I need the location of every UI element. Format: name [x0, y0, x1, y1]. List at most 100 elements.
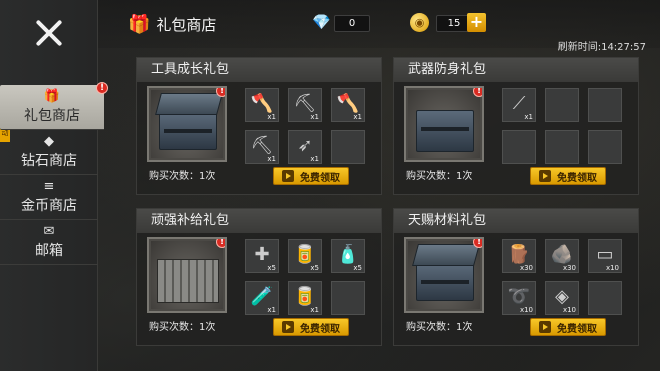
item-quantity: x1 — [310, 306, 319, 314]
mail-icon: ✉ — [43, 223, 55, 239]
empty-reward-slot[interactable] — [545, 130, 579, 164]
item-quantity: x5 — [310, 264, 319, 272]
side-menu: 活动 🎁 礼包商店 ! ◆ 钻石商店 ≡ 金币商店 ✉ 邮箱 — [0, 0, 108, 371]
reward-slot[interactable]: ▭ x10 — [588, 239, 622, 273]
play-icon — [282, 321, 294, 333]
reward-slot[interactable]: 🪵 x30 — [502, 239, 536, 273]
close-button[interactable] — [34, 18, 64, 48]
item-quantity: x1 — [267, 306, 276, 314]
coin-stack-icon: ≡ — [43, 178, 55, 194]
reward-slot[interactable]: 🧴 x5 — [331, 239, 365, 273]
notification-badge: ! — [96, 82, 108, 94]
refresh-timer: 刷新时间:14:27:57 — [557, 42, 646, 53]
item-quantity: x1 — [310, 113, 319, 121]
pack-image[interactable]: ! — [147, 237, 227, 313]
claim-free-button[interactable]: 免费领取 — [273, 167, 349, 185]
empty-reward-slot[interactable] — [588, 281, 622, 315]
item-quantity: x10 — [605, 264, 619, 272]
reward-slot[interactable]: ⛏ x1 — [245, 130, 279, 164]
item-quantity: x1 — [267, 155, 276, 163]
notification-badge: ! — [216, 88, 225, 97]
pack-image[interactable]: ! — [404, 237, 484, 313]
reward-slot[interactable]: ➰ x10 — [502, 281, 536, 315]
item-quantity: x1 — [524, 113, 533, 121]
item-quantity: x1 — [353, 113, 362, 121]
item-quantity: x1 — [310, 155, 319, 163]
claim-free-label: 免费领取 — [300, 172, 340, 184]
claim-free-button[interactable]: 免费领取 — [530, 167, 606, 185]
gift-icon: 🎁 — [128, 14, 151, 35]
claim-free-button[interactable]: 免费领取 — [530, 318, 606, 336]
toolbox-icon — [159, 112, 217, 150]
pack-image[interactable]: ! — [147, 86, 227, 162]
page-title-group: 🎁 礼包商店 — [128, 14, 216, 35]
pack-title: 顽强补给礼包 — [137, 209, 381, 233]
item-quantity: x10 — [562, 306, 576, 314]
purchase-count: 购买次数：1次 — [406, 322, 473, 333]
play-icon — [539, 170, 551, 182]
purchase-count: 购买次数：1次 — [406, 171, 473, 182]
reward-slot[interactable]: 🥫 x5 — [288, 239, 322, 273]
notification-badge: ! — [216, 239, 225, 248]
claim-free-label: 免费领取 — [557, 323, 597, 335]
diamond-icon: ◆ — [44, 133, 54, 149]
weapon-case-icon — [416, 110, 474, 152]
empty-reward-slot[interactable] — [545, 88, 579, 122]
pack-title: 工具成长礼包 — [137, 58, 381, 82]
empty-reward-slot[interactable] — [588, 130, 622, 164]
reward-slot[interactable]: ⟋ x1 — [502, 88, 536, 122]
nav-list: 🎁 礼包商店 ! ◆ 钻石商店 ≡ 金币商店 ✉ 邮箱 — [0, 82, 108, 265]
reward-grid: ✚ x5 🥫 x5 🧴 x5 🧪 x1 🥫 x1 — [245, 239, 365, 315]
top-bar: 🎁 礼包商店 💎 0 ◉ 15 + 刷新时间:14:27:57 — [98, 0, 660, 53]
supply-crate-icon — [157, 259, 219, 303]
pack-image[interactable]: ! — [404, 86, 484, 162]
nav-item-diamond-shop[interactable]: ◆ 钻石商店 — [0, 130, 98, 175]
item-quantity: x30 — [562, 264, 576, 272]
page-title: 礼包商店 — [156, 16, 217, 34]
gold-coin-icon: ◉ — [410, 13, 429, 32]
material-box-icon — [416, 263, 474, 301]
reward-slot[interactable]: 🥫 x1 — [288, 281, 322, 315]
pack-title: 武器防身礼包 — [394, 58, 638, 82]
item-quantity: x1 — [267, 113, 276, 121]
item-quantity: x5 — [353, 264, 362, 272]
empty-reward-slot[interactable] — [331, 281, 365, 315]
reward-slot[interactable]: ◈ x10 — [545, 281, 579, 315]
gift-pack-card: 顽强补给礼包 ! ✚ x5 🥫 x5 🧴 x5 🧪 x1 🥫 x1 购买次数：1次 免费领取 — [136, 208, 382, 346]
reward-slot[interactable]: 🪓 x1 — [331, 88, 365, 122]
claim-free-label: 免费领取 — [300, 323, 340, 335]
reward-slot[interactable]: 🧪 x1 — [245, 281, 279, 315]
empty-reward-slot[interactable] — [588, 88, 622, 122]
nav-item-label: 金币商店 — [21, 197, 77, 214]
notification-badge: ! — [473, 239, 482, 248]
nav-item-gold-shop[interactable]: ≡ 金币商店 — [0, 175, 98, 220]
add-gold-button[interactable]: + — [467, 13, 486, 32]
reward-slot[interactable]: ➶ x1 — [288, 130, 322, 164]
notification-badge: ! — [473, 88, 482, 97]
diamond-icon: 💎 — [312, 13, 331, 31]
reward-grid: 🪵 x30 🪨 x30 ▭ x10 ➰ x10 ◈ x10 — [502, 239, 622, 315]
play-icon — [282, 170, 294, 182]
reward-slot[interactable]: 🪨 x30 — [545, 239, 579, 273]
diamond-count: 0 — [334, 15, 370, 32]
gift-icon: 🎁 — [43, 88, 61, 104]
purchase-count: 购买次数：1次 — [149, 322, 216, 333]
purchase-count: 购买次数：1次 — [149, 171, 216, 182]
claim-free-label: 免费领取 — [557, 172, 597, 184]
reward-slot[interactable]: ⛏ x1 — [288, 88, 322, 122]
nav-item-label: 钻石商店 — [21, 152, 77, 169]
reward-slot[interactable]: ✚ x5 — [245, 239, 279, 273]
item-quantity: x30 — [519, 264, 533, 272]
nav-item-mailbox[interactable]: ✉ 邮箱 — [0, 220, 98, 265]
empty-reward-slot[interactable] — [502, 130, 536, 164]
nav-item-gift-shop[interactable]: 🎁 礼包商店 ! — [0, 82, 108, 130]
claim-free-button[interactable]: 免费领取 — [273, 318, 349, 336]
pack-title: 天赐材料礼包 — [394, 209, 638, 233]
item-quantity: x5 — [267, 264, 276, 272]
gift-pack-card: 天赐材料礼包 ! 🪵 x30 🪨 x30 ▭ x10 ➰ x10 ◈ x10 购买次数：1次 免费… — [393, 208, 639, 346]
reward-slot[interactable]: 🪓 x1 — [245, 88, 279, 122]
empty-reward-slot[interactable] — [331, 130, 365, 164]
reward-grid: ⟋ x1 — [502, 88, 622, 164]
gift-pack-card: 武器防身礼包 ! ⟋ x1 购买次数：1次 免费领取 — [393, 57, 639, 195]
reward-grid: 🪓 x1 ⛏ x1 🪓 x1 ⛏ x1 ➶ x1 — [245, 88, 365, 164]
